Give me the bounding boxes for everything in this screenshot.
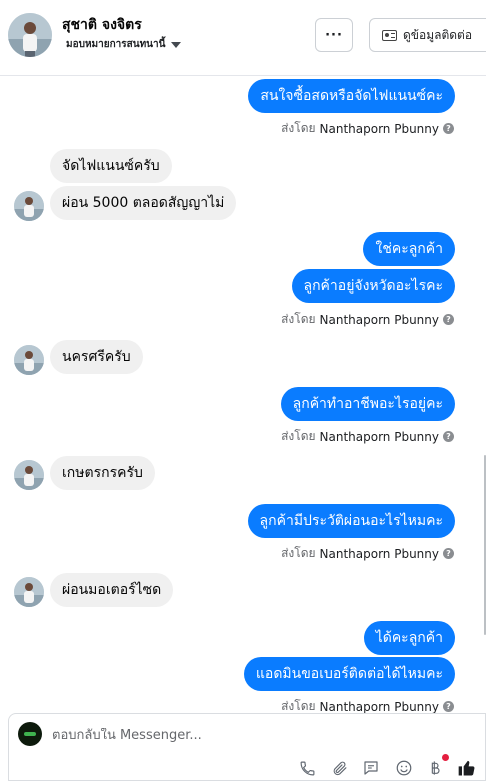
avatar-photo [14,345,44,375]
avatar-photo [14,577,44,607]
assign-conversation-dropdown[interactable]: มอบหมายการสนทนานี้ [66,37,182,52]
outgoing-message[interactable]: ใช่คะลูกค้า [363,232,455,266]
contact-avatar-small [14,191,44,221]
incoming-message[interactable]: ผ่อนมอเตอร์ไซด [50,573,174,607]
reply-input[interactable] [52,728,452,743]
view-contact-button[interactable]: ดูข้อมูลติดต่อ [369,18,486,52]
sent-by-prefix: ส่งโดย [281,546,316,560]
emoji-icon[interactable] [394,758,414,778]
sent-by-label: ส่งโดย Nanthaporn Pbunny ? [281,544,454,563]
sender-name: Nanthaporn Pbunny [319,312,439,327]
incoming-message[interactable]: เกษตรกรครับ [50,456,155,490]
sender-name: Nanthaporn Pbunny [319,121,439,136]
outgoing-message[interactable]: ลูกค้าอยู่จังหวัดอะไรคะ [291,269,455,303]
sent-by-label: ส่งโดย Nanthaporn Pbunny ? [281,427,454,446]
contact-avatar-small [14,345,44,375]
view-contact-label: ดูข้อมูลติดต่อ [403,27,473,42]
info-icon[interactable]: ? [443,701,454,712]
thumbs-up-icon[interactable] [457,758,477,778]
conversation-header: สุชาติ จงจิตร มอบหมายการสนทนานี้ ··· ดูข… [0,0,486,76]
avatar-photo [14,460,44,490]
incoming-message[interactable]: จัดไฟแนนซ์ครับ [50,149,172,183]
sender-name: Nanthaporn Pbunny [319,546,439,561]
contact-name[interactable]: สุชาติ จงจิตร [62,14,142,36]
reply-composer [8,713,486,781]
phone-icon[interactable] [297,758,317,778]
outgoing-message[interactable]: ลูกค้ามีประวัติผ่อนอะไรไหมคะ [247,504,455,538]
outgoing-message[interactable]: แอดมินขอเบอร์ติดต่อได้ไหมคะ [243,657,455,691]
incoming-message[interactable]: นครศรีครับ [50,340,143,374]
incoming-message[interactable]: ผ่อน 5000 ตลอดสัญญาไม่ [50,186,237,220]
avatar-photo [14,191,44,221]
more-options-button[interactable]: ··· [315,18,353,52]
outgoing-message[interactable]: ลูกค้าทำอาชีพอะไรอยู่คะ [280,387,455,421]
info-icon[interactable]: ? [443,123,454,134]
sent-by-prefix: ส่งโดย [281,121,316,135]
sent-by-prefix: ส่งโดย [281,429,316,443]
info-icon[interactable]: ? [443,431,454,442]
info-icon[interactable]: ? [443,314,454,325]
sender-name: Nanthaporn Pbunny [319,699,439,714]
contact-avatar[interactable] [8,13,52,57]
outgoing-message[interactable]: สนใจซื้อสดหรือจัดไฟแนนซ์คะ [248,79,455,113]
paperclip-icon[interactable] [329,758,349,778]
caret-down-icon [171,41,182,48]
page-logo-icon [18,722,42,746]
baht-payment-icon[interactable] [425,754,449,778]
info-icon[interactable]: ? [443,548,454,559]
assign-label: มอบหมายการสนทนานี้ [66,39,166,50]
avatar-photo [8,13,52,57]
outgoing-message[interactable]: ได้คะลูกค้า [363,621,455,655]
sender-name: Nanthaporn Pbunny [319,429,439,444]
sent-by-label: ส่งโดย Nanthaporn Pbunny ? [281,119,454,138]
contact-avatar-small [14,460,44,490]
contact-card-icon [382,29,397,41]
saved-reply-icon[interactable] [361,758,381,778]
notification-dot [442,754,449,761]
sent-by-label: ส่งโดย Nanthaporn Pbunny ? [281,310,454,329]
contact-avatar-small [14,577,44,607]
sent-by-prefix: ส่งโดย [281,312,316,326]
